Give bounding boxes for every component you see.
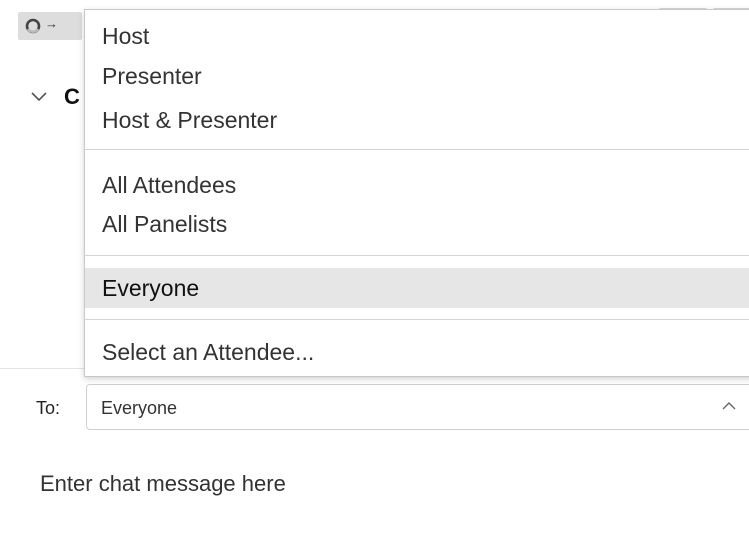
- menu-divider: [85, 255, 749, 256]
- menu-divider: [85, 319, 749, 320]
- ring-icon: [25, 18, 41, 34]
- menu-item-select-attendee[interactable]: Select an Attendee...: [85, 332, 749, 372]
- section-title: C: [64, 84, 80, 109]
- chat-options-button[interactable]: →: [18, 12, 82, 40]
- arrow-right-icon: →: [45, 16, 58, 31]
- recipient-selected-value: Everyone: [101, 398, 178, 418]
- chat-message-input[interactable]: [40, 464, 730, 504]
- menu-item-host[interactable]: Host: [85, 16, 749, 56]
- menu-item-host-and-presenter[interactable]: Host & Presenter: [85, 100, 749, 140]
- recipient-dropdown-menu: Host Presenter Host & Presenter All Atte…: [84, 9, 749, 377]
- menu-item-presenter[interactable]: Presenter: [85, 56, 749, 96]
- to-label: To:: [36, 398, 61, 418]
- menu-divider: [85, 149, 749, 150]
- menu-item-everyone[interactable]: Everyone: [85, 268, 749, 308]
- chevron-up-icon: [722, 402, 736, 410]
- menu-item-all-attendees[interactable]: All Attendees: [85, 165, 749, 205]
- recipient-select[interactable]: Everyone: [86, 384, 749, 430]
- chevron-down-icon[interactable]: [30, 88, 48, 106]
- menu-item-all-panelists[interactable]: All Panelists: [85, 204, 749, 244]
